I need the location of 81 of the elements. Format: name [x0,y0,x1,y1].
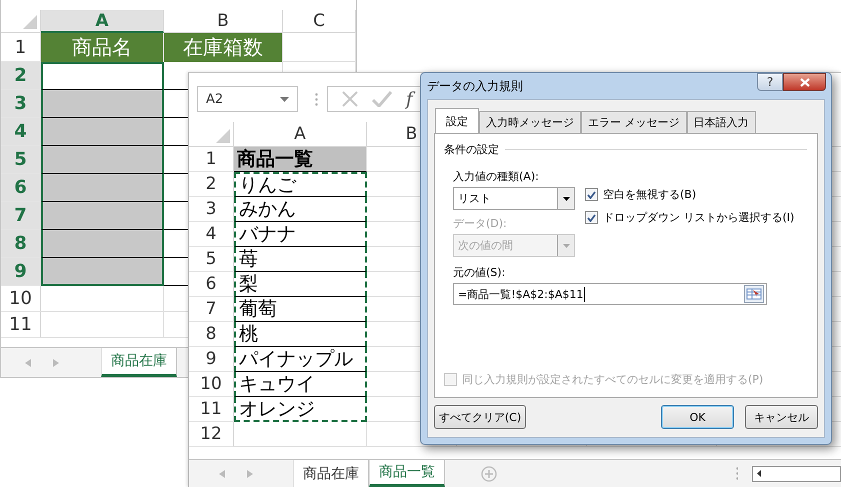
scroll-right-icon[interactable] [53,358,59,366]
row-header[interactable]: 7 [189,297,234,322]
row-header[interactable]: 9 [1,258,41,286]
sheet-tab[interactable]: 商品在庫 [292,460,369,487]
table-cell: 苺 [234,247,367,272]
row-header[interactable]: 2 [1,62,41,90]
row-header[interactable]: 5 [189,247,234,272]
function-icon[interactable]: f [406,88,413,110]
dialog-tab[interactable]: 日本語入力 [686,111,756,134]
column-header[interactable]: C [283,10,356,33]
close-icon [800,78,810,86]
sheet-tab[interactable]: 商品在庫 [101,348,177,377]
more-icon [736,467,738,480]
row-header[interactable]: 8 [1,230,41,258]
dialog-button[interactable]: OK [661,405,734,429]
checkbox-label: ドロップダウン リストから選択する(I) [603,210,794,225]
row-header[interactable]: 10 [189,372,234,397]
check-icon[interactable] [372,91,392,107]
table-cell: みかん [234,197,367,222]
column-header[interactable]: A [41,10,164,33]
table-cell: 在庫箱数 [164,33,283,62]
table-cell: 桃 [234,322,367,347]
help-button[interactable]: ? [757,73,783,91]
allow-dropdown[interactable]: リスト [453,187,575,210]
checkbox-label: 同じ入力規則が設定されたすべてのセルに変更を適用する(P) [462,372,764,387]
more-icon [315,92,318,106]
row-header[interactable]: 8 [189,322,234,347]
row-header[interactable]: 7 [1,202,41,230]
table-cell: パイナップル [234,347,367,372]
row-header[interactable]: 4 [1,118,41,146]
range-select-icon[interactable] [744,285,764,303]
column-header[interactable]: B [164,10,283,33]
source-field[interactable]: =商品一覧!$A$2:$A$11 [453,283,767,305]
cancel-icon[interactable] [342,91,358,107]
horizontal-scrollbar[interactable] [752,466,841,482]
checkbox[interactable] [585,188,598,201]
dialog-tab[interactable]: 入力時メッセージ [479,111,581,134]
caret-icon [280,96,289,102]
scroll-right-icon[interactable] [246,470,253,478]
close-button[interactable] [783,73,826,91]
check-icon [587,214,596,222]
allow-label: 入力値の種類(A): [453,169,540,184]
select-all-icon[interactable] [216,129,230,143]
source-label: 元の値(S): [452,265,506,280]
check-icon [587,190,596,198]
row-header[interactable]: 6 [1,174,41,202]
row-header[interactable]: 6 [189,272,234,297]
row-header[interactable]: 2 [189,172,234,197]
row-header[interactable]: 3 [1,90,41,118]
row-header[interactable]: 10 [1,286,41,312]
dialog-tab[interactable]: エラー メッセージ [581,111,686,134]
row-header[interactable]: 12 [189,422,234,447]
table-cell: 梨 [234,272,367,297]
table-cell: 商品一覧 [234,147,367,172]
row-header[interactable]: 3 [189,197,234,222]
row-header[interactable]: 4 [189,222,234,247]
table-cell: バナナ [234,222,367,247]
checkbox-label: 空白を無視する(B) [603,187,696,202]
checkbox[interactable] [585,211,598,224]
dialog-button[interactable]: キャンセル [745,405,818,429]
scroll-left-icon[interactable] [757,470,762,477]
row-header[interactable]: 5 [1,146,41,174]
sheet-tab[interactable]: 商品一覧 [368,460,445,487]
table-cell: キュウイ [234,372,367,397]
data-label: データ(D): [453,216,508,231]
add-sheet-icon[interactable] [480,466,496,482]
row-header[interactable]: 11 [1,312,41,338]
dialog-title: データの入力規則 [427,78,523,94]
table-cell: 葡萄 [234,297,367,322]
name-box[interactable]: A2 [197,86,298,112]
table-cell: 商品名 [41,33,164,62]
dialog-button[interactable]: すべてクリア(C) [434,405,526,429]
caret-icon [562,244,570,248]
table-cell: オレンジ [234,397,367,422]
select-all-icon[interactable] [23,15,37,29]
dialog-tab[interactable]: 設定 [435,108,479,134]
row-header[interactable]: 9 [189,347,234,372]
caret-icon [562,196,570,200]
column-header[interactable]: A [234,122,367,147]
row-header[interactable]: 11 [189,397,234,422]
table-cell: りんご [234,172,367,197]
